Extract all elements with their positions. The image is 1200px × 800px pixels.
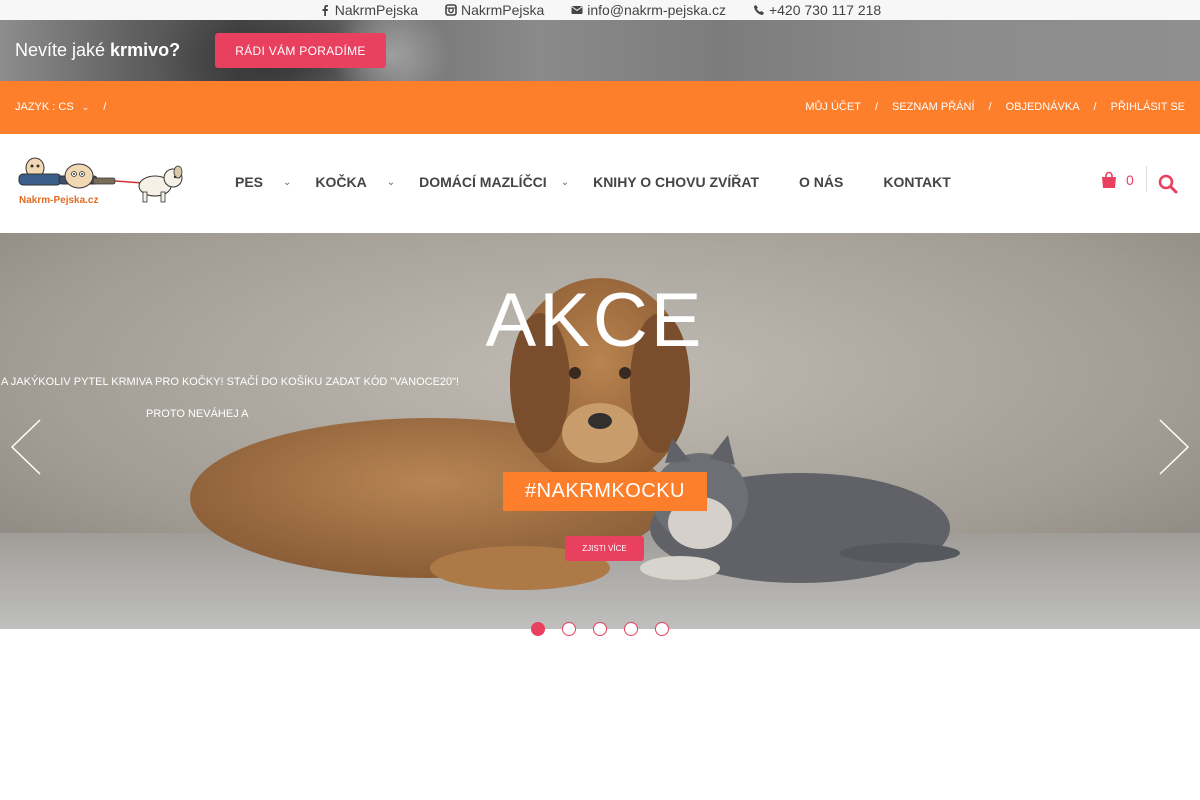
facebook-icon [322,5,328,16]
nav-item-kocka[interactable]: KOČKA ⌄ [315,174,395,190]
contact-bar: NakrmPejska NakrmPejska info@nakrm-pejsk… [0,0,1200,20]
separator: / [1093,101,1097,113]
instagram-label: NakrmPejska [461,2,545,18]
language-selector[interactable]: JAZYK : CS ⌄ / [15,101,106,113]
promo-text: Nevíte jaké krmivo? [15,40,180,61]
nav-item-label: KOČKA [315,174,367,190]
separator: / [988,101,992,113]
promo-text-normal: Nevíte jaké [15,40,111,60]
slider-dot-4[interactable] [624,622,638,636]
facebook-label: NakrmPejska [334,2,419,18]
nav-item-domaci-mazlicci[interactable]: DOMÁCÍ MAZLÍČCI ⌄ [419,174,569,190]
envelope-icon [571,6,583,14]
divider [1146,166,1147,192]
slider-dot-3[interactable] [593,622,607,636]
nav-item-knihy[interactable]: KNIHY O CHOVU ZVÍŘAT [593,174,759,190]
instagram-icon [445,4,457,16]
shopping-bag-icon [1102,171,1116,188]
my-account-link[interactable]: MŮJ ÚČET [805,101,861,113]
chevron-left-icon[interactable] [10,418,42,476]
main-header: Nakrm-Pejska.cz PES ⌄ KOČKA ⌄ DOMÁCÍ MAZ… [0,134,1200,233]
wishlist-link[interactable]: SEZNAM PŘÁNÍ [892,101,975,113]
facebook-link[interactable]: NakrmPejska [319,2,418,18]
login-link[interactable]: PŘIHLÁSIT SE [1111,101,1185,113]
email-link[interactable]: info@nakrm-pejska.cz [571,2,726,18]
language-label: JAZYK : CS [15,101,74,113]
slider-dot-2[interactable] [562,622,576,636]
nav-item-label: DOMÁCÍ MAZLÍČCI [419,174,547,190]
slide-subtitle-2: PROTO NEVÁHEJ A [146,408,249,420]
slider-dot-5[interactable] [655,622,669,636]
chevron-down-icon: ⌄ [81,101,90,112]
nav-item-label: PES [235,174,264,190]
phone-link[interactable]: +420 730 117 218 [753,2,881,18]
separator: / [103,101,107,113]
chevron-right-icon[interactable] [1158,418,1190,476]
phone-icon [753,5,764,15]
account-nav: MŮJ ÚČET / SEZNAM PŘÁNÍ / OBJEDNÁVKA / P… [805,101,1185,113]
nav-item-label: KONTAKT [883,174,951,190]
main-nav: PES ⌄ KOČKA ⌄ DOMÁCÍ MAZLÍČCI ⌄ KNIHY O … [235,174,991,190]
nav-item-label: KNIHY O CHOVU ZVÍŘAT [593,174,760,190]
chevron-down-icon: ⌄ [283,176,292,188]
nav-item-label: O NÁS [799,174,844,190]
utility-bar: JAZYK : CS ⌄ / MŮJ ÚČET / SEZNAM PŘÁNÍ /… [0,81,1200,134]
phone-label: +420 730 117 218 [768,2,882,18]
slider-pagination [531,622,669,636]
email-label: info@nakrm-pejska.cz [587,2,726,18]
promo-text-bold: krmivo? [110,40,181,60]
slide-hashtag: #NAKRMKOCKU [503,472,707,511]
logo-text: Nakrm-Pejska.cz [19,195,99,206]
chevron-down-icon: ⌄ [386,176,396,188]
nav-item-pes[interactable]: PES ⌄ [235,174,291,190]
chevron-down-icon: ⌄ [560,176,570,188]
order-link[interactable]: OBJEDNÁVKA [1006,101,1080,113]
nav-item-kontakt[interactable]: KONTAKT [883,174,950,190]
cart-count: 0 [1126,172,1134,188]
slide-subtitle: A JAKÝKOLIV PYTEL KRMIVA PRO KOČKY! STAČ… [1,376,460,388]
search-icon[interactable] [1158,174,1178,194]
separator: / [874,101,878,113]
advice-button[interactable]: RÁDI VÁM PORADÍME [215,33,386,68]
learn-more-button[interactable]: ZJISTI VÍCE [565,536,644,561]
slider-dot-1[interactable] [531,622,545,636]
slide-title: AKCE [485,278,705,363]
nav-item-o-nas[interactable]: O NÁS [799,174,843,190]
instagram-link[interactable]: NakrmPejska [445,2,544,18]
promo-banner: Nevíte jaké krmivo? RÁDI VÁM PORADÍME [0,20,1200,81]
cart-button[interactable]: 0 [1100,171,1134,189]
site-logo[interactable]: Nakrm-Pejska.cz [15,156,187,210]
